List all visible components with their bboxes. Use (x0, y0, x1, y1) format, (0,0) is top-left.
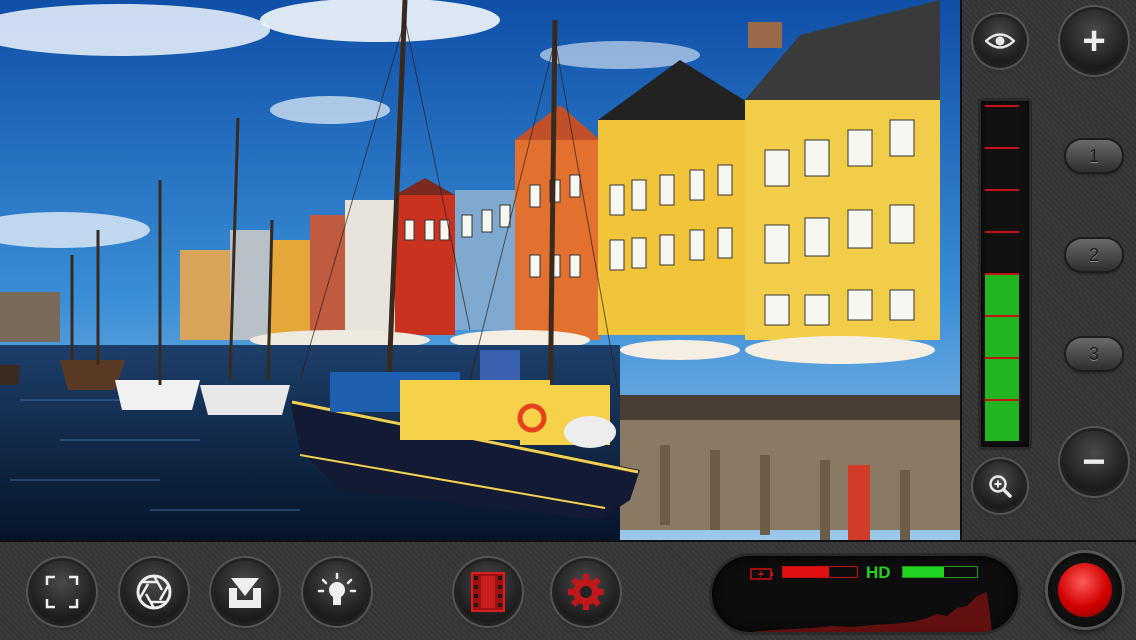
battery-icon (750, 568, 773, 580)
frame-corners-icon (45, 575, 79, 609)
plus-icon: + (1082, 19, 1106, 63)
meter-segment-active (985, 315, 1019, 357)
meter-segment-active (985, 357, 1019, 399)
aperture-button[interactable] (123, 561, 185, 623)
camera-viewfinder[interactable] (0, 0, 960, 540)
viewfinder-scene (0, 0, 960, 540)
preset-button-3[interactable]: 3 (1066, 338, 1122, 370)
preset-label: 3 (1088, 343, 1099, 364)
record-icon (1058, 563, 1112, 617)
magnifier-plus-icon (989, 475, 1012, 498)
zoom-magnifier-button[interactable] (976, 462, 1024, 510)
frame-guides-button[interactable] (31, 561, 93, 623)
settings-button[interactable] (555, 561, 617, 623)
aperture-icon (136, 574, 172, 610)
bottom-toolbar: HD (0, 540, 1136, 640)
battery-level-bar (782, 566, 858, 578)
zoom-out-button[interactable]: − (1063, 431, 1125, 493)
meter-segment-inactive (985, 147, 1019, 189)
hd-label: HD (866, 563, 891, 582)
save-to-roll-button[interactable] (214, 561, 276, 623)
zoom-in-button[interactable]: + (1063, 10, 1125, 72)
gear-icon (568, 574, 604, 610)
light-button[interactable] (306, 561, 368, 623)
film-strip-icon (471, 572, 505, 612)
meter-segment-inactive (985, 189, 1019, 231)
meter-segment-active (985, 273, 1019, 315)
preview-eye-button[interactable] (976, 17, 1024, 65)
film-library-button[interactable] (457, 561, 519, 623)
meter-segment-active (985, 399, 1019, 441)
light-bulb-icon (317, 572, 357, 605)
preset-label: 1 (1088, 145, 1099, 166)
preset-label: 2 (1088, 244, 1099, 265)
storage-level-bar (902, 566, 978, 578)
minus-icon: − (1082, 440, 1106, 484)
download-icon (229, 578, 261, 608)
record-button[interactable] (1048, 553, 1122, 627)
storage-level-fill (903, 567, 944, 577)
preset-button-2[interactable]: 2 (1066, 239, 1122, 271)
preset-button-1[interactable]: 1 (1066, 140, 1122, 172)
right-control-panel: + 1 2 3 − (960, 0, 1136, 540)
meter-segment-inactive (985, 231, 1019, 273)
meter-segment-inactive (985, 105, 1019, 147)
battery-level-fill (783, 567, 829, 577)
eye-icon (985, 33, 1015, 49)
audio-level-meter (978, 98, 1032, 450)
status-display: HD (712, 556, 1018, 632)
